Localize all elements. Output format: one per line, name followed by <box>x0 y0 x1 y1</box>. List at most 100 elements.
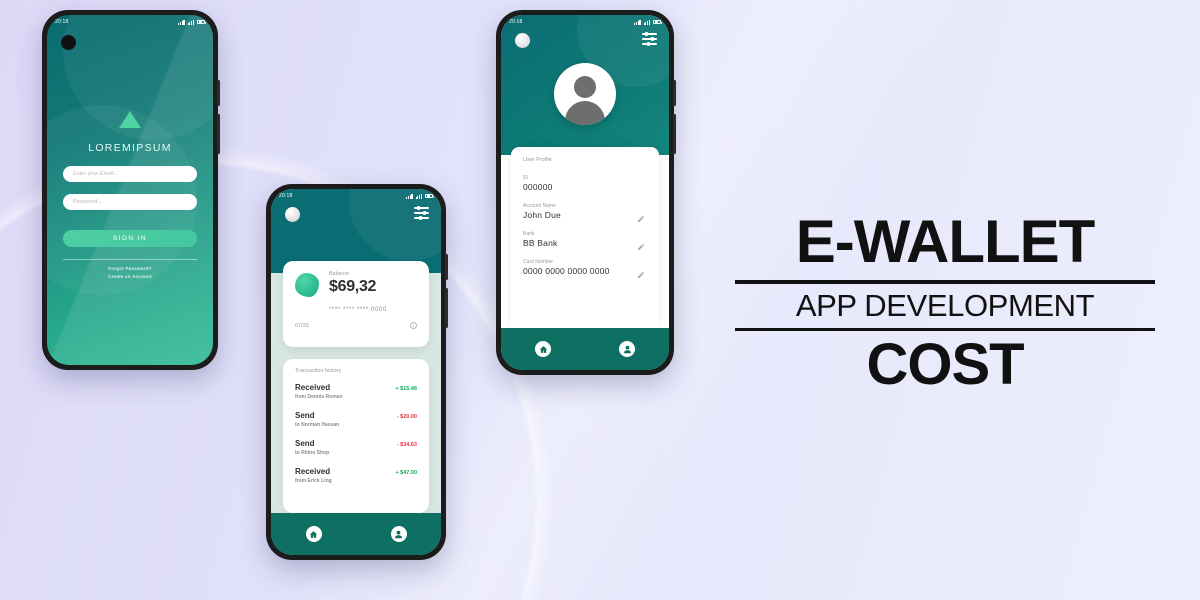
transaction-row[interactable]: Received from Dennis Roman + $15.46 <box>295 383 417 400</box>
nav-profile-icon[interactable] <box>390 526 407 542</box>
field-label: Account Name <box>523 203 556 209</box>
info-icon[interactable]: i <box>410 322 417 329</box>
phone2-camera-punchhole <box>285 207 300 222</box>
settings-tune-icon[interactable] <box>642 31 657 47</box>
transaction-info: Send to Rhino Shop <box>295 439 329 456</box>
field-value: 0000 0000 0000 0000 <box>523 266 610 276</box>
profile-field-account-name: Account Name John Due <box>523 203 647 222</box>
signin-content: LOREMIPSUM Enter your Email... Password.… <box>47 15 213 365</box>
headline-line-1: E-WALLET <box>795 208 1096 275</box>
phone1-screen: 20:18 LOREMIPSUM Enter your Email... Pas… <box>47 15 213 365</box>
battery-icon <box>425 193 434 199</box>
profile-avatar[interactable] <box>554 63 616 125</box>
brand-name: LOREMIPSUM <box>88 142 172 154</box>
signal-icon-2 <box>415 193 422 199</box>
phone2-volume-button <box>445 288 448 328</box>
transaction-amount: - $34.63 <box>396 442 417 448</box>
phone2-statusbar: 20:18 <box>271 189 441 203</box>
edit-pencil-icon[interactable] <box>637 238 645 250</box>
headline-block: E-WALLET APP DEVELOPMENT COST <box>735 212 1155 395</box>
bottom-navigation <box>271 513 441 555</box>
headline-line-2: APP DEVELOPMENT <box>795 288 1095 323</box>
nav-home-icon[interactable] <box>535 341 551 357</box>
statusbar-time: 20:18 <box>509 19 523 25</box>
card-expiry: 07/25 <box>295 322 309 329</box>
edit-pencil-icon[interactable] <box>637 266 645 278</box>
phone2-screen: 20:18 Balance $69,32 **** **** **** 0000… <box>271 189 441 555</box>
email-input[interactable]: Enter your Email... <box>63 166 197 182</box>
phone1-statusbar: 20:18 <box>47 15 213 29</box>
profile-field-card-number: Card Number 0000 0000 0000 0000 <box>523 259 647 278</box>
nav-profile-icon[interactable] <box>619 341 635 357</box>
create-account-link[interactable]: Create an Account <box>108 274 152 279</box>
transaction-type: Send <box>295 439 315 448</box>
profile-field-bank: Bank BB Bank <box>523 231 647 250</box>
transaction-history-title: Transaction history <box>295 368 342 374</box>
statusbar-indicators <box>178 19 206 25</box>
statusbar-time: 20:18 <box>279 193 293 199</box>
transaction-type: Send <box>295 411 315 420</box>
phone1-camera-punchhole <box>61 35 76 50</box>
signin-button[interactable]: SIGN IN <box>63 230 197 247</box>
transaction-info: Received from Dennis Roman <box>295 383 343 400</box>
transaction-party: from Erick Ling <box>295 478 332 484</box>
statusbar-time: 20:18 <box>55 19 69 25</box>
transaction-info: Send to Norman Hassan <box>295 411 339 428</box>
email-placeholder: Enter your Email... <box>73 171 119 177</box>
signal-icon-2 <box>643 19 650 25</box>
field-value: 000000 <box>523 182 553 192</box>
profile-sheet-title: User Profile <box>523 157 552 163</box>
field-value: John Due <box>523 210 561 220</box>
profile-details-sheet: User Profile ID 000000 Account Name John… <box>511 147 659 328</box>
forgot-password-link[interactable]: Forgot Password? <box>108 266 152 271</box>
wallet-logo-icon <box>295 273 319 297</box>
headline-line-3: COST <box>866 331 1024 397</box>
balance-card[interactable]: Balance $69,32 **** **** **** 0000 07/25… <box>283 261 429 347</box>
headline-rule-1 <box>735 280 1155 284</box>
phone-profile: 20:18 User Profile ID 000000 Account Nam… <box>496 10 676 375</box>
signal-icon <box>406 193 413 199</box>
phone1-side-button <box>217 80 220 106</box>
phone1-volume-button <box>217 114 220 154</box>
profile-field-id: ID 000000 <box>523 175 647 192</box>
phone3-camera-punchhole <box>515 33 530 48</box>
phone3-side-button <box>673 80 676 106</box>
edit-pencil-icon[interactable] <box>637 210 645 222</box>
phone3-statusbar: 20:18 <box>501 15 669 29</box>
phone2-side-button <box>445 254 448 280</box>
phone-signin: 20:18 LOREMIPSUM Enter your Email... Pas… <box>42 10 220 370</box>
balance-label: Balance <box>329 271 349 277</box>
balance-card-footer: 07/25 i <box>295 322 417 329</box>
statusbar-indicators <box>634 19 662 25</box>
password-placeholder: Password... <box>73 199 102 205</box>
transaction-row[interactable]: Send to Norman Hassan - $20.00 <box>295 411 417 428</box>
phone3-volume-button <box>673 114 676 154</box>
transaction-amount: + $47.00 <box>395 470 417 476</box>
transaction-info: Received from Erick Ling <box>295 467 332 484</box>
phone3-screen: 20:18 User Profile ID 000000 Account Nam… <box>501 15 669 370</box>
password-input[interactable]: Password... <box>63 194 197 210</box>
card-number: **** **** **** 0000 <box>329 307 387 313</box>
transaction-party: from Dennis Roman <box>295 394 343 400</box>
bottom-navigation <box>501 328 669 370</box>
transaction-amount: - $20.00 <box>396 414 417 420</box>
transaction-type: Received <box>295 383 331 392</box>
headline-rule-2 <box>735 327 1155 331</box>
battery-icon <box>197 19 206 25</box>
signal-icon <box>634 19 641 25</box>
balance-card-top: Balance $69,32 <box>295 271 417 297</box>
avatar-body-shape <box>565 101 605 125</box>
balance-block: Balance $69,32 <box>329 271 376 296</box>
app-logo-triangle-icon <box>119 111 141 128</box>
field-label: Bank <box>523 231 535 237</box>
signal-icon <box>178 19 185 25</box>
battery-icon <box>653 19 662 25</box>
nav-home-icon[interactable] <box>305 526 322 542</box>
settings-tune-icon[interactable] <box>414 205 429 221</box>
transaction-amount: + $15.46 <box>395 386 417 392</box>
transaction-row[interactable]: Send to Rhino Shop - $34.63 <box>295 439 417 456</box>
phone-wallet: 20:18 Balance $69,32 **** **** **** 0000… <box>266 184 448 560</box>
transaction-type: Received <box>295 467 331 476</box>
avatar-head-shape <box>574 76 596 98</box>
transaction-row[interactable]: Received from Erick Ling + $47.00 <box>295 467 417 484</box>
